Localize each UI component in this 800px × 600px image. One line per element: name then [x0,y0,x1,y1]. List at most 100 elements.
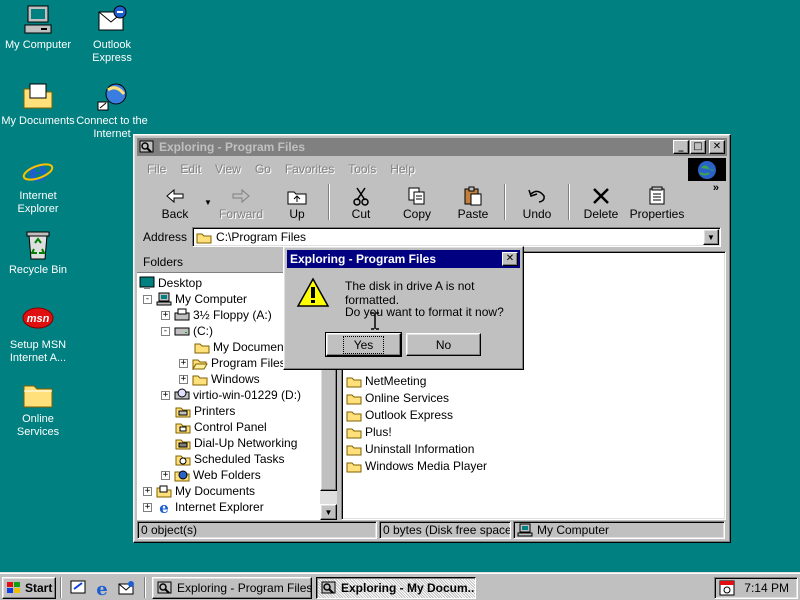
up-button[interactable]: Up [269,182,325,222]
folder-icon [346,409,362,422]
tree-item-scheduled-tasks[interactable]: Scheduled Tasks [175,451,285,467]
undo-button[interactable]: Undo [509,182,565,222]
desktop-icon-outlook-express[interactable]: Outlook Express [74,4,150,65]
task-button-program-files[interactable]: Exploring - Program Files [152,577,312,599]
dialog-close-button[interactable]: ✕ [502,252,518,266]
folder-icon [346,426,362,439]
tree-item-windows[interactable]: + Windows [179,371,260,387]
desktop-icon-connect-to-internet[interactable]: Connect to the Internet [74,80,150,141]
back-dropdown[interactable]: ▼ [203,182,213,222]
paste-button[interactable]: Paste [445,182,501,222]
list-item[interactable]: Plus! [346,424,392,440]
standard-toolbar: Back ▼ Forward Up Cut Copy Paste Undo De… [137,182,727,224]
expand-toggle[interactable]: + [161,470,170,480]
scheduler-tray-icon[interactable] [719,580,735,596]
tree-item-my-computer[interactable]: - My Computer [143,291,247,307]
collapse-toggle[interactable]: - [143,294,152,304]
expand-toggle[interactable]: + [143,486,152,496]
format-disk-dialog[interactable]: Exploring - Program Files ✕ The disk in … [283,246,524,370]
dialog-titlebar[interactable]: Exploring - Program Files ✕ [287,250,520,268]
desktop-icon-my-documents[interactable]: My Documents [0,80,76,128]
clock[interactable]: 7:14 PM [744,581,789,595]
tree-item-program-files[interactable]: + Program Files [179,355,286,371]
expand-toggle[interactable]: + [179,374,188,384]
close-button[interactable]: ✕ [709,140,725,154]
tree-item-control-panel[interactable]: Control Panel [175,419,267,435]
back-button[interactable]: Back [147,182,203,222]
menu-edit[interactable]: Edit [174,162,209,176]
tree-item-c-drive[interactable]: - (C:) [161,323,213,339]
tree-item-dial-up[interactable]: Dial-Up Networking [175,435,297,451]
expand-toggle[interactable]: + [179,358,188,368]
yes-button[interactable]: Yes [325,332,402,357]
internet-explorer-icon: e [22,154,54,189]
show-desktop-icon[interactable] [68,578,88,598]
explorer-task-icon [157,581,173,595]
outlook-express-icon [96,4,128,36]
tree-item-my-documents[interactable]: + My Documents [143,483,255,499]
address-dropdown-button[interactable]: ▼ [703,229,719,245]
desktop-icon-recycle-bin[interactable]: Recycle Bin [0,229,76,277]
address-input[interactable]: C:\Program Files ▼ [192,227,721,247]
expand-toggle[interactable]: + [161,310,170,320]
control-panel-icon [175,421,191,434]
forward-button[interactable]: Forward [213,182,269,222]
tree-item-web-folders[interactable]: + Web Folders [161,467,261,483]
delete-button[interactable]: Delete [573,182,629,222]
printers-folder-icon [175,405,191,418]
tree-item-printers[interactable]: Printers [175,403,235,419]
desktop-icon-internet-explorer[interactable]: e Internet Explorer [0,154,76,216]
tree-item-label: Printers [194,404,236,418]
copy-button[interactable]: Copy [389,182,445,222]
my-computer-icon [22,4,54,36]
dialog-message-format-prompt: Do you want to format it now? [345,305,504,319]
scheduled-tasks-icon [175,453,191,466]
tree-item-floppy[interactable]: + 3½ Floppy (A:) [161,307,272,323]
menu-help[interactable]: Help [384,162,423,176]
expand-toggle[interactable]: + [161,390,170,400]
menu-file[interactable]: File [141,162,174,176]
maximize-button[interactable]: □ [690,140,706,154]
tree-item-internet-explorer[interactable]: + e Internet Explorer [143,499,264,515]
file-name: Outlook Express [365,408,454,422]
folder-icon [346,443,362,456]
file-name: Uninstall Information [365,442,475,456]
hard-drive-icon [174,324,190,338]
list-item[interactable]: Uninstall Information [346,441,474,457]
quicklaunch-outlook-express-icon[interactable] [116,578,136,598]
desktop-icon-online-services[interactable]: Online Services [0,378,76,439]
cut-button[interactable]: Cut [333,182,389,222]
desktop-icon-my-computer[interactable]: My Computer [0,4,76,52]
list-item[interactable]: Windows Media Player [346,458,487,474]
tree-item-d-drive[interactable]: + virtio-win-01229 (D:) [161,387,301,403]
quicklaunch-internet-explorer-icon[interactable]: e [92,578,112,598]
collapse-toggle[interactable]: - [161,326,170,336]
list-item[interactable]: Outlook Express [346,407,453,423]
scroll-down-button[interactable]: ▼ [320,504,337,520]
desktop-icon-setup-msn[interactable]: msn Setup MSN Internet A... [0,304,76,365]
properties-button[interactable]: Properties [629,182,685,222]
tree-item-my-documents-c[interactable]: My Documents [194,339,293,355]
menu-go[interactable]: Go [249,162,279,176]
tree-item-label: My Documents [175,484,256,498]
expand-toggle[interactable]: + [143,502,152,512]
no-button[interactable]: No [406,333,481,356]
list-item[interactable]: NetMeeting [346,373,426,389]
explorer-titlebar[interactable]: Exploring - Program Files _ □ ✕ [137,138,727,156]
menu-tools[interactable]: Tools [342,162,384,176]
task-button-my-documents[interactable]: Exploring - My Docum... [316,577,476,599]
start-button[interactable]: Start [2,577,56,599]
tree-item-desktop[interactable]: Desktop [139,275,202,291]
folder-icon [196,231,212,244]
desktop-icon-label: Setup MSN Internet A... [9,339,67,364]
menu-view[interactable]: View [209,162,249,176]
desktop-icon [139,276,155,290]
minimize-button[interactable]: _ [673,140,689,154]
list-item[interactable]: Online Services [346,390,449,406]
back-arrow-icon [165,185,185,207]
file-name: Online Services [365,391,450,405]
toolbar-overflow-chevron[interactable]: » [713,182,719,194]
svg-text:msn: msn [27,313,50,325]
menu-bar: File Edit View Go Favorites Tools Help [137,157,727,181]
menu-favorites[interactable]: Favorites [279,162,342,176]
